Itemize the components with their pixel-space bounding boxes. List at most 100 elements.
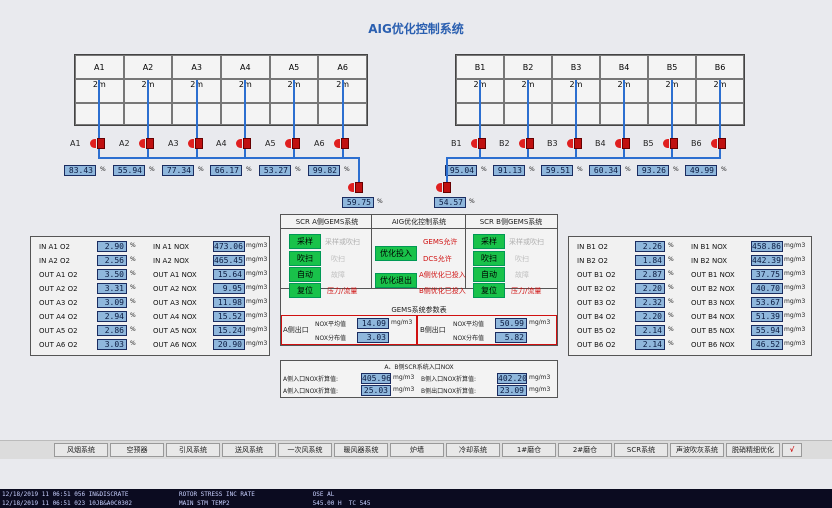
b-nox-unit-6: mg/m3: [784, 326, 806, 333]
nav-button-13[interactable]: √: [782, 443, 802, 457]
b-nox-label-3: OUT B2 NOX: [691, 285, 735, 293]
b-damper-label-3: B3: [547, 139, 558, 148]
b-nox-unit-4: mg/m3: [784, 298, 806, 305]
a-col-6: A6: [318, 55, 367, 79]
b-o2-value-2: 2.87: [635, 269, 665, 280]
nav-button-7[interactable]: 冷却系统: [446, 443, 500, 457]
a-status-1: 采样或吹扫: [325, 238, 360, 246]
a-header-pipe: [98, 157, 344, 159]
b-main-value: 54.57: [434, 197, 466, 208]
a-auto-button[interactable]: 自动: [289, 267, 321, 282]
a-nox-dist-label: NOX分布值: [315, 335, 346, 342]
nav-button-1[interactable]: 空预器: [110, 443, 164, 457]
a-nox-label-1: IN A2 NOX: [153, 257, 190, 265]
a-in-label: A侧入口NOX折算值:: [283, 376, 339, 383]
a-opening-4: 66.17: [210, 165, 242, 176]
b-nox-avg-label: NOX平均值: [453, 321, 484, 328]
b-o2-value-5: 2.20: [635, 311, 665, 322]
a-reset-button[interactable]: 复位: [289, 283, 321, 298]
b-damper-6[interactable]: [711, 138, 727, 149]
b-damper-3[interactable]: [567, 138, 583, 149]
nav-button-10[interactable]: SCR系统: [614, 443, 668, 457]
a-nox-label-0: IN A1 NOX: [153, 243, 190, 251]
b-purge-button[interactable]: 吹扫: [473, 251, 505, 266]
a-nox-label-6: OUT A5 NOX: [153, 327, 197, 335]
a-nox-unit-5: mg/m3: [246, 312, 268, 319]
b-auto-button[interactable]: 自动: [473, 267, 505, 282]
b-nox-avg: 50.99: [495, 318, 527, 329]
a-duct-grid: A12mA22mA32mA42mA52mA62m: [74, 54, 368, 126]
nav-button-11[interactable]: 声波吹灰系统: [670, 443, 724, 457]
alarm-status-bar: 12/18/2019 11 06:51 056 IN&DISCRATE ROTO…: [0, 489, 832, 508]
a-unit-4: %: [246, 166, 252, 173]
nav-button-8[interactable]: 1#磨仓: [502, 443, 556, 457]
a-main-value: 59.75: [342, 197, 374, 208]
b-o2-label-4: OUT B3 O2: [577, 299, 616, 307]
a-col-4: A4: [221, 55, 270, 79]
dcs-allow: DCS允许: [423, 255, 452, 263]
a-o2-value-0: 2.90: [97, 241, 127, 252]
b-nox-unit-2: mg/m3: [784, 270, 806, 277]
b-main-unit: %: [469, 198, 475, 205]
nav-button-9[interactable]: 2#磨仓: [558, 443, 612, 457]
b-o2-value-6: 2.14: [635, 325, 665, 336]
a-o2-value-4: 3.09: [97, 297, 127, 308]
b-col-1: B1: [456, 55, 504, 79]
b-nox-label-1: IN B2 NOX: [691, 257, 728, 265]
b-damper-5[interactable]: [663, 138, 679, 149]
nav-button-6[interactable]: 炉墙: [390, 443, 444, 457]
b-o2-label-2: OUT B1 O2: [577, 271, 616, 279]
a-nox-unit-1: mg/m3: [246, 256, 268, 263]
b-sample-button[interactable]: 采样: [473, 234, 505, 249]
a-nox-unit-7: mg/m3: [246, 340, 268, 347]
a-sample-button[interactable]: 采样: [289, 234, 321, 249]
nav-button-2[interactable]: 引风系统: [166, 443, 220, 457]
a-o2-unit-5: %: [130, 312, 136, 319]
b-damper-1[interactable]: [471, 138, 487, 149]
a-damper-5[interactable]: [285, 138, 301, 149]
nav-button-0[interactable]: 风烟系统: [54, 443, 108, 457]
a-damper-1[interactable]: [90, 138, 106, 149]
b-in-label: B侧入口NOX折算值:: [421, 376, 477, 383]
alarm-line-1: 12/18/2019 11 06:51 056 IN&DISCRATE ROTO…: [2, 491, 335, 498]
b-in-unit: mg/m3: [529, 374, 551, 381]
b-status-2: 吹扫: [515, 255, 529, 263]
a-damper-6[interactable]: [334, 138, 350, 149]
b-main-pipe-h: [446, 157, 721, 159]
optimize-off-button[interactable]: 优化退出: [375, 273, 417, 288]
control-panel: SCR A侧GEMS系统 AIG优化控制系统 SCR B侧GEMS系统 采样 吹…: [280, 214, 558, 346]
a-outlet-label: A侧出口: [283, 326, 309, 334]
b-main-damper[interactable]: [436, 182, 452, 193]
b-o2-label-5: OUT B4 O2: [577, 313, 616, 321]
b-unit-5: %: [673, 166, 679, 173]
a-opt-engaged: A侧优化已投入: [419, 271, 466, 279]
b-damper-label-2: B2: [499, 139, 510, 148]
b-col-6: B6: [696, 55, 744, 79]
b-o2-label-1: IN B2 O2: [577, 257, 608, 265]
a-main-damper[interactable]: [348, 182, 364, 193]
inlet-title: A、B侧SCR系统入口NOX: [384, 364, 454, 371]
a-damper-4[interactable]: [236, 138, 252, 149]
b-damper-label-1: B1: [451, 139, 462, 148]
b-side-gas-table: IN B1 O2 2.26% IN B1 NOX 458.86 mg/m3 IN B2 O…: [568, 236, 812, 356]
a-nox-avg-label: NOX平均值: [315, 321, 346, 328]
optimize-on-button[interactable]: 优化投入: [375, 246, 417, 261]
b-damper-2[interactable]: [519, 138, 535, 149]
nav-button-4[interactable]: 一次风系统: [278, 443, 332, 457]
a-nox-value-0: 473.06: [213, 241, 245, 252]
nav-button-5[interactable]: 暖风器系统: [334, 443, 388, 457]
a-damper-2[interactable]: [139, 138, 155, 149]
a-purge-button[interactable]: 吹扫: [289, 251, 321, 266]
a-damper-3[interactable]: [188, 138, 204, 149]
b-out-value: 23.09: [497, 385, 527, 396]
nav-button-3[interactable]: 送风系统: [222, 443, 276, 457]
a-in-unit: mg/m3: [393, 374, 415, 381]
a-nox-label-3: OUT A2 NOX: [153, 285, 197, 293]
b-damper-4[interactable]: [615, 138, 631, 149]
page-title: AIG优化控制系统: [368, 22, 464, 36]
b-o2-unit-3: %: [668, 284, 674, 291]
nav-button-12[interactable]: 脱硝精细优化: [726, 443, 780, 457]
b-reset-button[interactable]: 复位: [473, 283, 505, 298]
a-o2-unit-2: %: [130, 270, 136, 277]
a-damper-label-5: A5: [265, 139, 276, 148]
